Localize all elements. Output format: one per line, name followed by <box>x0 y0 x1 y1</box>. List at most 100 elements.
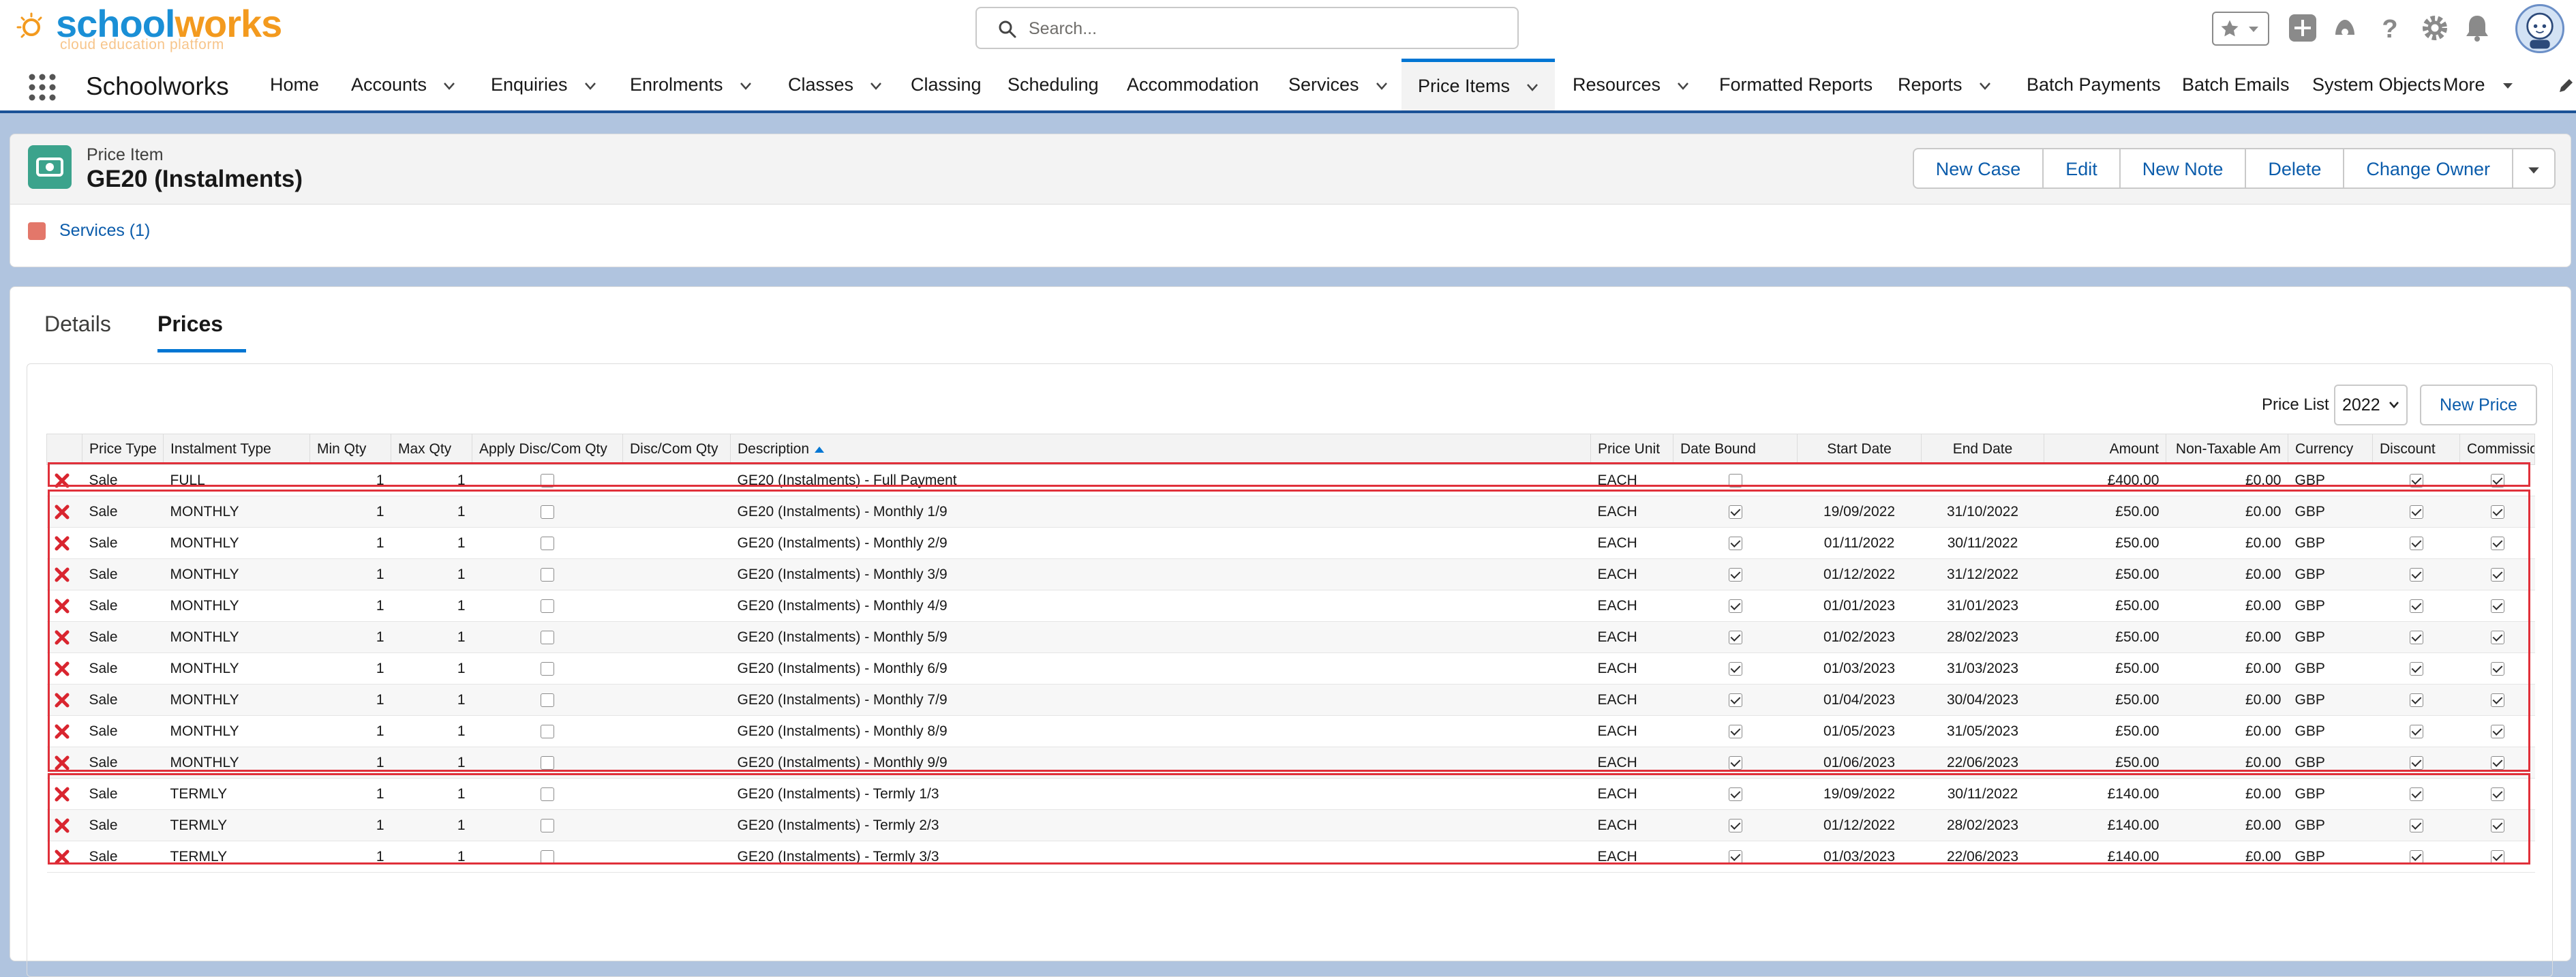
app-launcher-waffle-icon[interactable] <box>27 72 57 102</box>
col-header-non-taxable-amount[interactable]: Non-Taxable Am <box>2166 434 2288 465</box>
nav-item-resources[interactable]: Resources <box>1573 59 1689 110</box>
nav-item-more[interactable]: More <box>2443 59 2514 110</box>
help-icon[interactable]: ? <box>2375 13 2405 43</box>
checkbox[interactable] <box>2490 630 2504 644</box>
checkbox[interactable] <box>2409 787 2423 801</box>
checkbox[interactable] <box>2490 818 2504 832</box>
new-price-button[interactable]: New Price <box>2420 385 2537 425</box>
table-row[interactable]: Sale TERMLY 1 1 GE20 (Instalments) - Termly … <box>46 841 2535 873</box>
checkbox[interactable] <box>2490 567 2504 582</box>
checkbox[interactable] <box>1728 536 1742 550</box>
delete-row-x-icon[interactable] <box>54 629 70 646</box>
delete-row-x-icon[interactable] <box>54 472 70 489</box>
col-header-min-qty[interactable]: Min Qty <box>309 434 391 465</box>
checkbox[interactable] <box>541 693 554 707</box>
col-header-instalment-type[interactable]: Instalment Type <box>163 434 310 465</box>
col-header-amount[interactable]: Amount <box>2044 434 2166 465</box>
chevron-down-icon[interactable] <box>1526 83 1539 91</box>
nav-item-batch-emails[interactable]: Batch Emails <box>2182 59 2290 110</box>
nav-item-home[interactable]: Home <box>270 59 319 110</box>
nav-item-system-objects[interactable]: System Objects <box>2312 59 2441 110</box>
nav-item-enrolments[interactable]: Enrolments <box>630 59 752 110</box>
chevron-down-icon[interactable] <box>870 82 882 90</box>
delete-row-x-icon[interactable] <box>54 755 70 771</box>
global-add-icon[interactable] <box>2288 13 2318 43</box>
edit-button[interactable]: Edit <box>2042 148 2121 189</box>
checkbox[interactable] <box>541 755 554 770</box>
checkbox[interactable] <box>2409 505 2423 519</box>
chevron-down-icon[interactable] <box>740 82 752 90</box>
schoolworks-logo[interactable]: schoolworks cloud education platform <box>16 2 282 52</box>
col-header-date-bound[interactable]: Date Bound <box>1673 434 1798 465</box>
table-row[interactable]: Sale TERMLY 1 1 GE20 (Instalments) - Termly … <box>46 778 2535 810</box>
col-header-discount[interactable]: Discount <box>2372 434 2460 465</box>
new-case-button[interactable]: New Case <box>1912 148 2044 189</box>
checkbox[interactable] <box>1728 787 1742 801</box>
notifications-bell-icon[interactable] <box>2462 13 2492 43</box>
services-related-link[interactable]: Services (1) <box>59 221 150 241</box>
checkbox[interactable] <box>2409 567 2423 582</box>
nav-item-services[interactable]: Services <box>1288 59 1388 110</box>
new-note-button[interactable]: New Note <box>2119 148 2247 189</box>
table-row[interactable]: Sale MONTHLY 1 1 GE20 (Instalments) - Monthl… <box>46 684 2535 716</box>
nav-item-enquiries[interactable]: Enquiries <box>491 59 596 110</box>
checkbox[interactable] <box>2490 505 2504 519</box>
checkbox[interactable] <box>2409 599 2423 613</box>
delete-row-x-icon[interactable] <box>54 661 70 677</box>
change-owner-button[interactable]: Change Owner <box>2343 148 2513 189</box>
checkbox[interactable] <box>1728 850 1742 864</box>
col-header-end-date[interactable]: End Date <box>1921 434 2044 465</box>
settings-gear-icon[interactable] <box>2420 13 2450 43</box>
chevron-down-icon[interactable] <box>584 82 596 90</box>
nav-item-accommodation[interactable]: Accommodation <box>1127 59 1259 110</box>
checkbox[interactable] <box>1728 505 1742 519</box>
checkbox[interactable] <box>541 536 554 550</box>
checkbox[interactable] <box>2490 755 2504 770</box>
tab-prices[interactable]: Prices <box>157 312 246 352</box>
checkbox[interactable] <box>2409 724 2423 738</box>
checkbox[interactable] <box>2490 693 2504 707</box>
more-actions-button[interactable] <box>2512 148 2556 189</box>
table-row[interactable]: Sale MONTHLY 1 1 GE20 (Instalments) - Monthl… <box>46 621 2535 653</box>
checkbox[interactable] <box>1728 818 1742 832</box>
checkbox[interactable] <box>1728 630 1742 644</box>
checkbox[interactable] <box>541 787 554 801</box>
checkbox[interactable] <box>2490 724 2504 738</box>
checkbox[interactable] <box>541 505 554 519</box>
table-row[interactable]: Sale MONTHLY 1 1 GE20 (Instalments) - Monthl… <box>46 715 2535 747</box>
checkbox[interactable] <box>2409 473 2423 487</box>
col-header-commission[interactable]: Commission <box>2459 434 2535 465</box>
col-header-max-qty[interactable]: Max Qty <box>391 434 472 465</box>
col-header-apply-disc-com-qty[interactable]: Apply Disc/Com Qty <box>472 434 623 465</box>
delete-row-x-icon[interactable] <box>54 817 70 834</box>
nav-item-price-items[interactable]: Price Items <box>1401 59 1556 110</box>
checkbox[interactable] <box>541 661 554 676</box>
edit-nav-pencil-icon[interactable] <box>2558 78 2574 94</box>
col-header-description[interactable]: Description <box>730 434 1591 465</box>
checkbox[interactable] <box>2409 850 2423 864</box>
delete-row-x-icon[interactable] <box>54 692 70 708</box>
table-row[interactable]: Sale MONTHLY 1 1 GE20 (Instalments) - Monthl… <box>46 590 2535 622</box>
checkbox[interactable] <box>2490 850 2504 864</box>
col-header-start-date[interactable]: Start Date <box>1797 434 1922 465</box>
col-header-disc-com-qty[interactable]: Disc/Com Qty <box>622 434 731 465</box>
chevron-down-icon[interactable] <box>1376 82 1388 90</box>
table-row[interactable]: Sale MONTHLY 1 1 GE20 (Instalments) - Monthl… <box>46 496 2535 528</box>
chevron-down-icon[interactable] <box>443 82 455 90</box>
checkbox[interactable] <box>541 473 554 487</box>
table-row[interactable]: Sale MONTHLY 1 1 GE20 (Instalments) - Monthl… <box>46 527 2535 559</box>
checkbox[interactable] <box>541 567 554 582</box>
checkbox[interactable] <box>1728 599 1742 613</box>
checkbox[interactable] <box>541 630 554 644</box>
nav-item-formatted-reports[interactable]: Formatted Reports <box>1719 59 1873 110</box>
delete-row-x-icon[interactable] <box>54 567 70 583</box>
checkbox[interactable] <box>1728 755 1742 770</box>
checkbox[interactable] <box>1728 661 1742 676</box>
delete-row-x-icon[interactable] <box>54 598 70 614</box>
nav-item-accounts[interactable]: Accounts <box>351 59 455 110</box>
col-header-price-unit[interactable]: Price Unit <box>1590 434 1673 465</box>
checkbox[interactable] <box>1728 567 1742 582</box>
checkbox[interactable] <box>2409 755 2423 770</box>
checkbox[interactable] <box>541 724 554 738</box>
checkbox[interactable] <box>2490 661 2504 676</box>
